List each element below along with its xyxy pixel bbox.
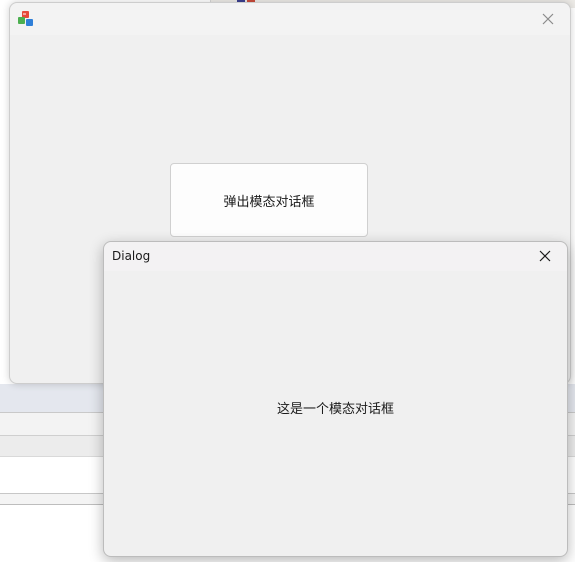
close-icon [539, 250, 551, 262]
dialog-title: Dialog [112, 249, 151, 263]
app-cubes-icon [18, 11, 34, 27]
dialog-titlebar[interactable]: Dialog [104, 242, 567, 271]
dialog-message: 这是一个模态对话框 [276, 402, 394, 417]
popup-modal-button[interactable]: 弹出模态对话框 [170, 163, 368, 237]
modal-dialog: Dialog 这是一个模态对话框 [103, 241, 568, 557]
main-close-button[interactable] [526, 3, 570, 35]
dialog-close-button[interactable] [523, 240, 567, 272]
main-window-titlebar[interactable] [10, 3, 570, 35]
close-icon [542, 13, 554, 25]
